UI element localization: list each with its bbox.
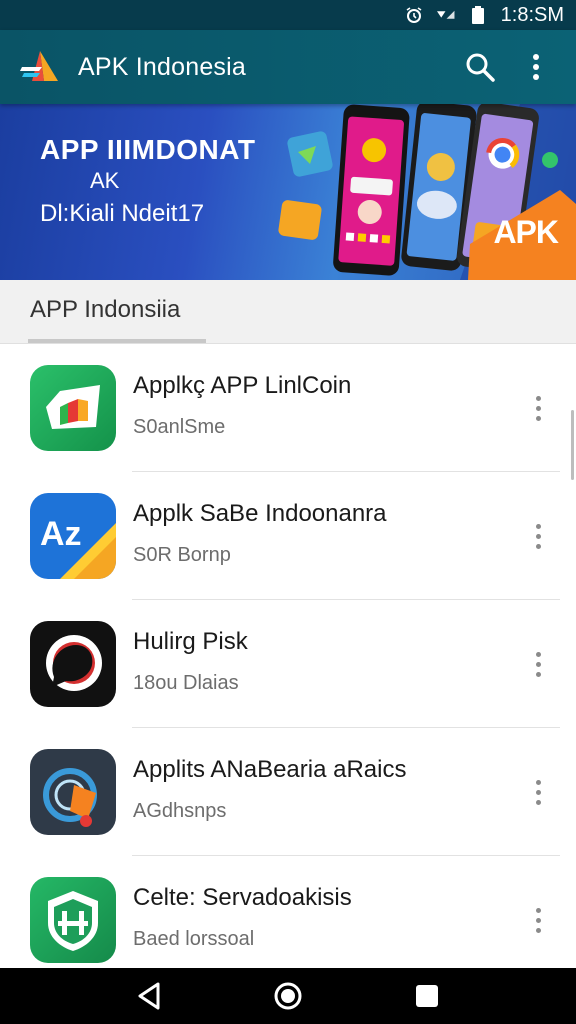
app-subtitle: Baed lorssoal <box>133 928 255 950</box>
item-more-button[interactable] <box>522 516 554 556</box>
wifi-signal-icon <box>436 6 455 24</box>
app-info: Hulirg Pisk 18ou Dlaias <box>133 628 523 695</box>
shield-icon <box>30 877 116 963</box>
status-bar: 1:8:SM <box>0 0 576 30</box>
list-item[interactable]: Celte: Servadoakisis Baed lorssoal <box>0 856 576 968</box>
svg-text:Az: Az <box>40 515 82 553</box>
app-subtitle: S0R Bornp <box>133 544 231 566</box>
tag-icon <box>30 749 116 835</box>
app-name: Applits ANaBearia aRaics <box>133 756 407 783</box>
app-info: Applits ANaBearia aRaics AGdhsnps <box>133 756 523 823</box>
apk-badge: APK <box>493 214 559 250</box>
banner-line-1: APP IIIMDONAT <box>40 134 256 165</box>
search-button[interactable] <box>458 45 502 89</box>
back-triangle-icon <box>138 982 160 1010</box>
app-title: APK Indonesia <box>78 52 246 81</box>
list-item[interactable]: Applkç APP LinlCoin S0anlSme <box>0 344 576 472</box>
chat-bubble-icon <box>30 621 116 707</box>
section-tab-indicator <box>28 339 206 343</box>
app-info: Applk SaBe Indoonanra S0R Bornp <box>133 500 523 567</box>
app-list: Applkç APP LinlCoin S0anlSme Az Applk Sa… <box>0 344 576 968</box>
section-header: APP Indonsiia <box>0 280 576 344</box>
app-name: Hulirg Pisk <box>133 628 248 655</box>
status-time: 1:8:SM <box>500 3 564 26</box>
scrollbar[interactable] <box>571 410 574 480</box>
list-item[interactable]: Az Applk SaBe Indoonanra S0R Bornp <box>0 472 576 600</box>
home-circle-icon <box>274 982 302 1010</box>
banner-line-2: AK <box>90 168 120 193</box>
app-name: Applk SaBe Indoonanra <box>133 500 387 527</box>
list-item[interactable]: Hulirg Pisk 18ou Dlaias <box>0 600 576 728</box>
recents-button[interactable] <box>403 972 451 1020</box>
back-button[interactable] <box>125 972 173 1020</box>
app-subtitle: S0anlSme <box>133 416 226 438</box>
search-icon <box>466 53 495 82</box>
az-icon: Az <box>30 493 116 579</box>
more-vert-icon <box>533 54 539 80</box>
overflow-menu-button[interactable] <box>514 45 558 89</box>
battery-icon <box>469 6 487 24</box>
item-more-button[interactable] <box>522 772 554 812</box>
system-nav-bar <box>0 968 576 1024</box>
app-info: Celte: Servadoakisis Baed lorssoal <box>133 884 523 951</box>
item-more-button[interactable] <box>522 900 554 940</box>
app-name: Applkç APP LinlCoin <box>133 372 352 399</box>
alarm-icon <box>405 6 423 24</box>
app-name: Celte: Servadoakisis <box>133 884 352 911</box>
app-subtitle: AGdhsnps <box>133 800 227 822</box>
banner-line-3: Dl:Kiali Ndeit17 <box>40 200 205 227</box>
app-subtitle: 18ou Dlaias <box>133 672 239 694</box>
section-title: APP Indonsiia <box>30 296 181 323</box>
green-folder-icon <box>30 365 116 451</box>
list-item[interactable]: Applits ANaBearia aRaics AGdhsnps <box>0 728 576 856</box>
promo-banner[interactable]: APP IIIMDONAT AK Dl:Kiali Ndeit17 APK <box>0 104 576 280</box>
home-button[interactable] <box>264 972 312 1020</box>
app-info: Applkç APP LinlCoin S0anlSme <box>133 372 523 439</box>
banner-headline: APP IIIMDONAT AK Dl:Kiali Ndeit17 <box>40 134 255 228</box>
item-more-button[interactable] <box>522 388 554 428</box>
apk-logo-icon <box>18 45 62 89</box>
app-bar: APK Indonesia <box>0 30 576 104</box>
item-more-button[interactable] <box>522 644 554 684</box>
recents-square-icon <box>415 985 438 1007</box>
